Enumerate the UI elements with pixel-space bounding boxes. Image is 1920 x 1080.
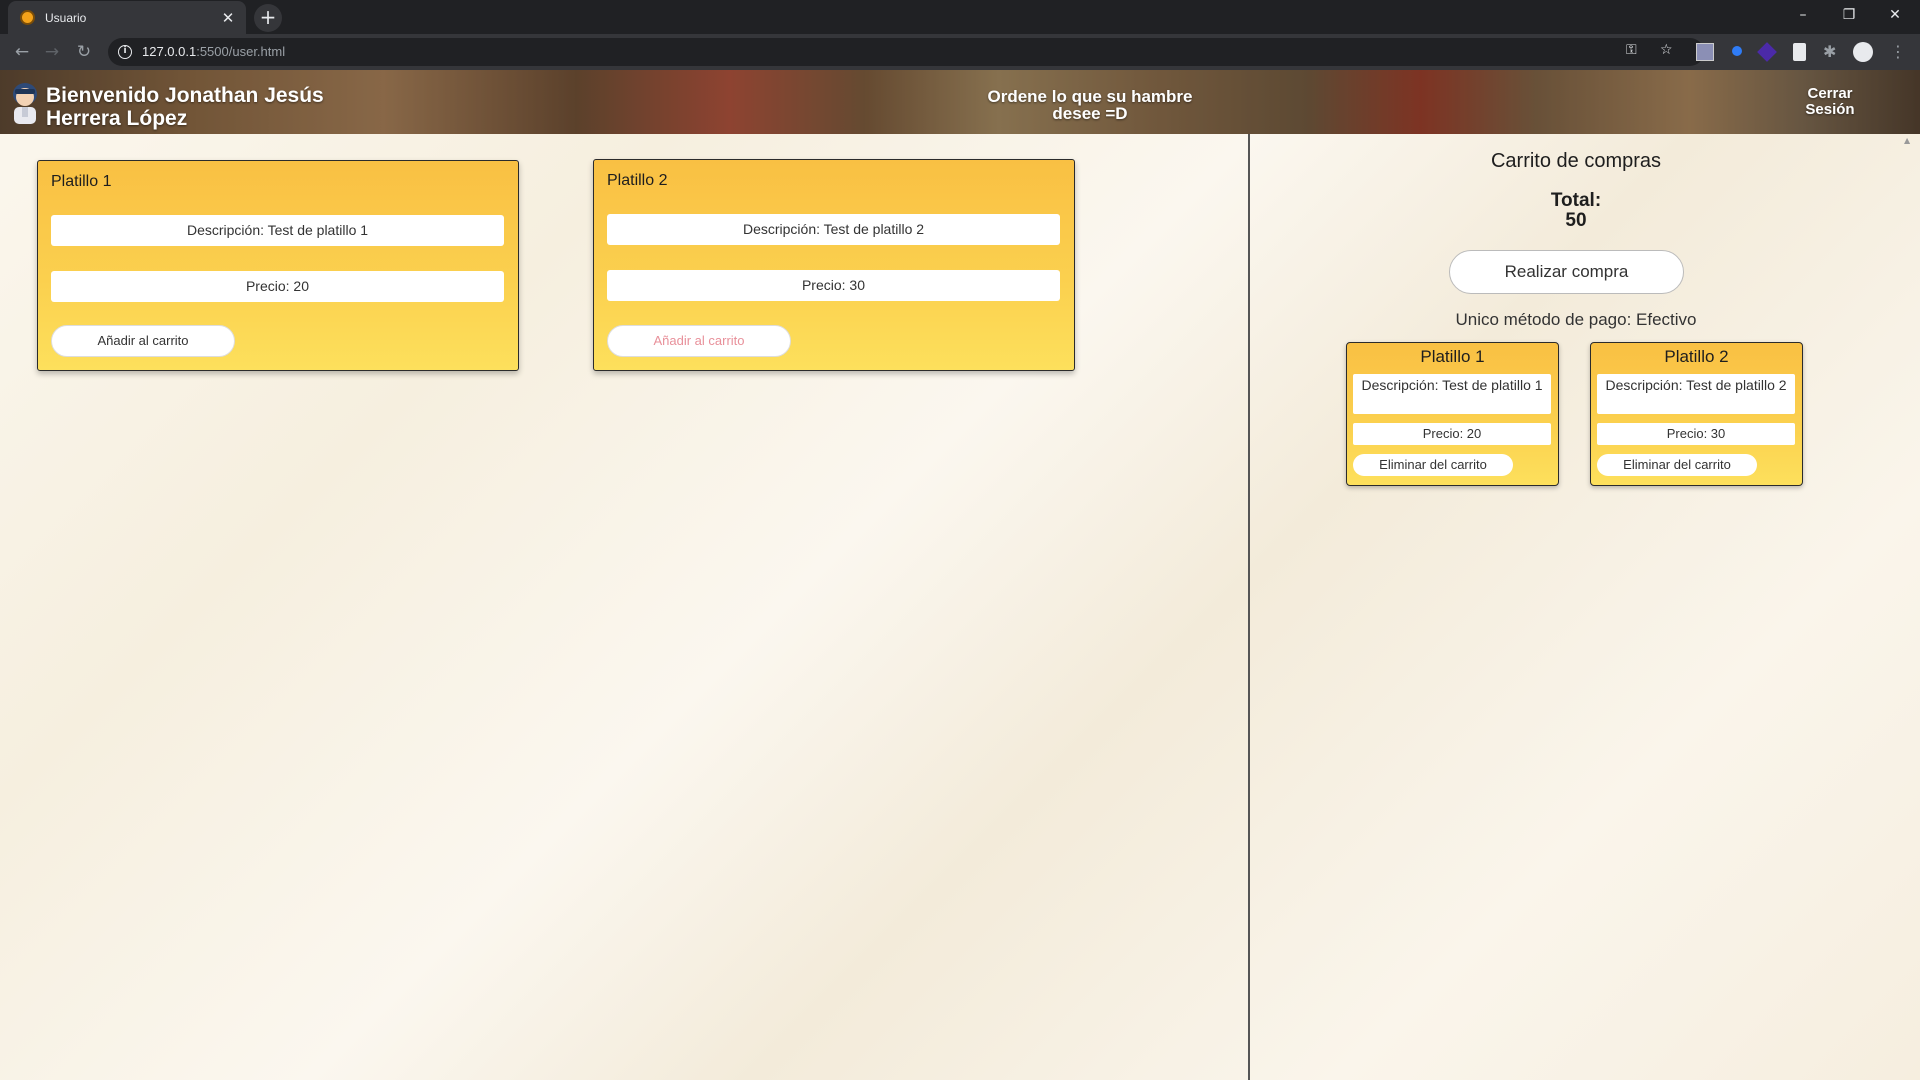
remove-from-cart-button[interactable]: Eliminar del carrito — [1597, 454, 1757, 476]
page: Bienvenido Jonathan Jesús Herrera López … — [0, 70, 1920, 1080]
welcome-message: Bienvenido Jonathan Jesús Herrera López — [46, 84, 324, 130]
cart-item-description: Descripción: Test de platillo 1 — [1353, 374, 1551, 414]
cart-item-price: Precio: 20 — [1353, 423, 1551, 445]
bookmark-star-icon[interactable]: ☆ — [1660, 42, 1673, 58]
header-tagline: Ordene lo que su hambre desee =D — [987, 87, 1193, 123]
product-description: Descripción: Test de platillo 2 — [607, 214, 1060, 245]
cart-total-label: Total: — [1550, 190, 1602, 211]
remove-from-cart-button[interactable]: Eliminar del carrito — [1353, 454, 1513, 476]
user-avatar-icon — [13, 83, 37, 124]
product-description: Descripción: Test de platillo 1 — [51, 215, 504, 246]
add-to-cart-button[interactable]: Añadir al carrito — [607, 325, 791, 357]
reload-icon[interactable]: ↻ — [72, 40, 96, 64]
tab-title: Usuario — [45, 10, 87, 25]
back-arrow-icon[interactable]: ← — [10, 40, 34, 64]
browser-tab[interactable]: Usuario ✕ — [8, 1, 246, 34]
cart-item-title: Platillo 1 — [1420, 347, 1485, 366]
new-tab-button[interactable]: + — [254, 4, 282, 32]
cart-item-title: Platillo 2 — [1664, 347, 1729, 366]
product-title: Platillo 2 — [607, 172, 668, 189]
header-banner: Bienvenido Jonathan Jesús Herrera López … — [0, 70, 1920, 134]
payment-method-note: Unico método de pago: Efectivo — [1455, 310, 1697, 329]
tab-close-icon[interactable]: ✕ — [218, 9, 238, 27]
cart-item: Platillo 1 Descripción: Test de platillo… — [1346, 342, 1559, 486]
product-title: Platillo 1 — [51, 173, 112, 190]
site-info-icon[interactable]: i — [118, 45, 132, 59]
scrollbar-up-arrow-icon[interactable]: ▲ — [1904, 136, 1914, 145]
browser-toolbar: ← → ↻ i 127.0.0.1:5500/user.html ⚿ ☆ ✱ ⋮ — [0, 34, 1920, 70]
extension-square-icon[interactable] — [1696, 43, 1714, 61]
cart-item-price: Precio: 30 — [1597, 423, 1795, 445]
logout-link[interactable]: Cerrar Sesión — [1800, 86, 1860, 118]
product-card: Platillo 2 Descripción: Test de platillo… — [593, 159, 1075, 371]
checkout-button[interactable]: Realizar compra — [1449, 250, 1684, 294]
cart-item-description: Descripción: Test de platillo 2 — [1597, 374, 1795, 414]
close-window-button[interactable]: ✕ — [1872, 0, 1918, 30]
extension-dot-icon[interactable] — [1732, 46, 1742, 56]
cart-total-value: 50 — [1565, 210, 1587, 231]
extensions-puzzle-icon[interactable]: ✱ — [1823, 43, 1841, 61]
extension-badge-icon[interactable] — [1757, 42, 1777, 62]
add-to-cart-button[interactable]: Añadir al carrito — [51, 325, 235, 357]
url-path: :5500/user.html — [196, 44, 286, 59]
site-favicon-icon — [20, 10, 35, 25]
restore-button[interactable]: ❐ — [1826, 0, 1872, 30]
extension-page-icon[interactable] — [1793, 43, 1806, 61]
cart-item: Platillo 2 Descripción: Test de platillo… — [1590, 342, 1803, 486]
profile-avatar-icon[interactable] — [1853, 42, 1873, 62]
address-bar[interactable]: i 127.0.0.1:5500/user.html ⚿ ☆ — [108, 38, 1704, 66]
key-icon[interactable]: ⚿ — [1626, 42, 1637, 58]
minimize-button[interactable]: – — [1780, 0, 1826, 30]
product-card: Platillo 1 Descripción: Test de platillo… — [37, 160, 519, 371]
product-price: Precio: 30 — [607, 270, 1060, 301]
cart-title: Carrito de compras — [1490, 150, 1662, 172]
forward-arrow-icon[interactable]: → — [40, 40, 64, 64]
section-divider — [1248, 134, 1250, 1080]
url-host: 127.0.0.1 — [142, 44, 197, 59]
url-text: 127.0.0.1:5500/user.html — [142, 44, 285, 59]
browser-menu-icon[interactable]: ⋮ — [1890, 43, 1908, 61]
product-price: Precio: 20 — [51, 271, 504, 302]
browser-tabstrip: Usuario ✕ + – ❐ ✕ — [0, 0, 1920, 34]
